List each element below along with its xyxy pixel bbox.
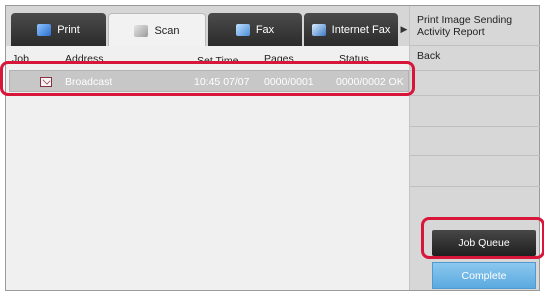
row-highlight-frame xyxy=(0,61,415,96)
divider xyxy=(410,70,540,71)
tab-print-label: Print xyxy=(57,23,80,36)
internet-fax-icon xyxy=(311,23,326,36)
tab-internet-fax[interactable]: Internet Fax xyxy=(304,13,398,46)
divider xyxy=(410,126,540,127)
tab-scroll-right-icon[interactable]: ▶ xyxy=(399,13,409,46)
back-button[interactable]: Back xyxy=(417,50,540,62)
divider xyxy=(410,95,540,96)
scan-icon xyxy=(134,24,149,37)
tab-print[interactable]: Print xyxy=(11,13,106,46)
tab-scan[interactable]: Scan xyxy=(108,13,206,47)
divider xyxy=(410,186,540,187)
complete-button[interactable]: Complete xyxy=(432,262,536,289)
fax-icon xyxy=(235,23,250,36)
print-report-button[interactable]: Print Image Sending Activity Report xyxy=(417,14,540,38)
tab-internet-fax-label: Internet Fax xyxy=(331,23,391,36)
job-queue-highlight-frame xyxy=(421,217,544,259)
tab-fax[interactable]: Fax xyxy=(208,13,302,46)
mode-tab-bar: Print Scan Fax Internet Fax ▶ xyxy=(6,6,409,47)
divider xyxy=(410,45,540,46)
divider xyxy=(410,155,540,156)
print-icon xyxy=(37,23,52,36)
tab-scan-label: Scan xyxy=(154,24,180,37)
tab-fax-label: Fax xyxy=(255,23,275,36)
